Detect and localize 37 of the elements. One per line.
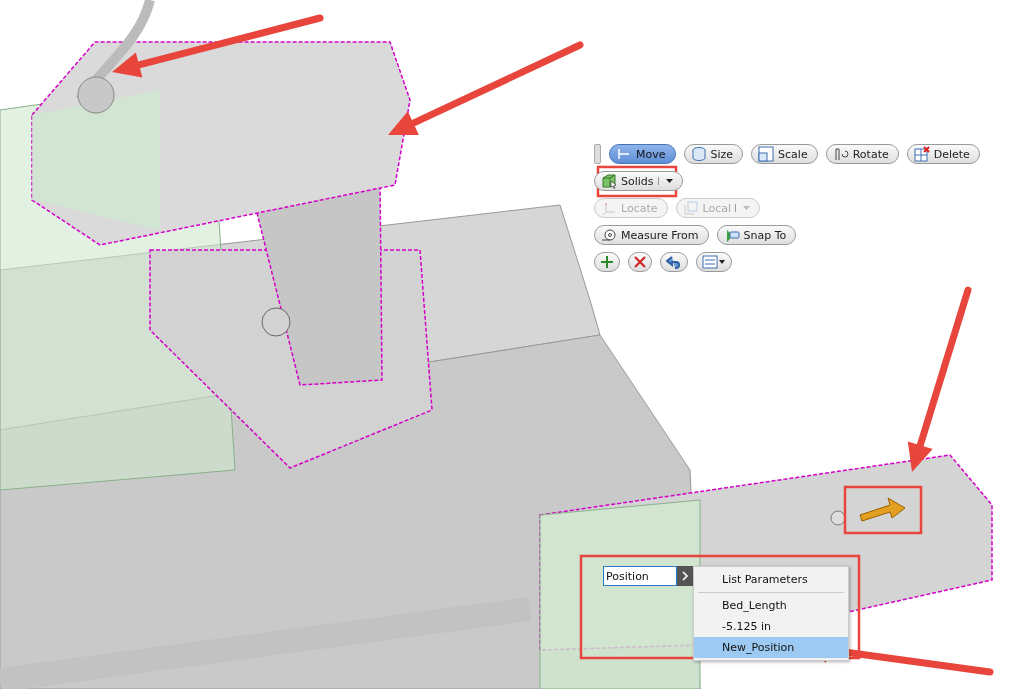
toolbar-button[interactable]: Snap To xyxy=(716,225,797,245)
cylinder-icon xyxy=(690,146,707,162)
menu-item[interactable]: -5.125 in xyxy=(694,616,848,637)
menu-item[interactable]: List Parameters xyxy=(694,569,848,590)
accept-button[interactable] xyxy=(594,252,620,272)
options-button[interactable] xyxy=(696,252,732,272)
toolbar-button[interactable]: Rotate xyxy=(825,144,899,164)
toolbar-button[interactable]: Size xyxy=(683,144,744,164)
cube-icon xyxy=(601,173,617,189)
close-icon xyxy=(634,256,646,268)
rotate-icon xyxy=(832,146,849,162)
delete-icon xyxy=(913,146,930,162)
undo-button[interactable] xyxy=(660,252,688,272)
plus-icon xyxy=(600,255,614,269)
value-input[interactable]: Position xyxy=(603,566,677,586)
toolbar-button[interactable]: Delete xyxy=(906,144,980,164)
tape-measure-icon xyxy=(601,227,617,243)
undo-icon xyxy=(666,255,682,269)
list-dropdown-icon xyxy=(702,255,726,269)
menu-item[interactable]: Bed_Length xyxy=(694,595,848,616)
toolbar-button[interactable]: Move xyxy=(609,144,676,164)
direction-arrow-handle[interactable] xyxy=(859,497,906,522)
toolbar-button[interactable]: Measure From xyxy=(594,225,709,245)
menu-item[interactable]: New_Position xyxy=(694,637,848,658)
chevron-icon xyxy=(681,571,689,581)
caret-icon xyxy=(735,204,751,212)
expand-button[interactable] xyxy=(677,566,693,586)
axes-icon xyxy=(601,200,617,216)
cancel-button[interactable] xyxy=(628,252,652,272)
frame-icon xyxy=(682,200,699,216)
drag-handle[interactable] xyxy=(830,510,846,526)
toolbar-button[interactable]: Scale xyxy=(751,144,818,164)
move-icon xyxy=(616,146,632,162)
caret-icon xyxy=(657,177,673,185)
scale-icon xyxy=(758,146,775,162)
toolbar-grip[interactable] xyxy=(594,144,601,164)
toolbar-button[interactable]: Solids xyxy=(594,171,683,191)
